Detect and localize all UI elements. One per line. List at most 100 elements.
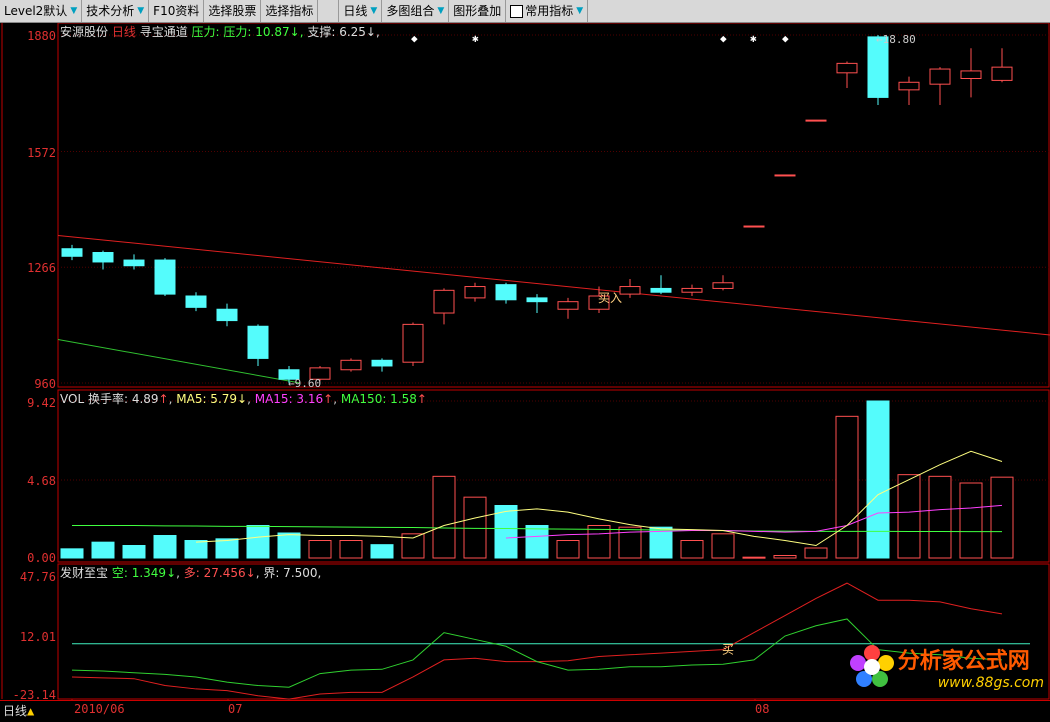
dropdown-arrow-icon[interactable]: ▼ [370,0,377,22]
candle-body [123,259,145,267]
candle-body [371,359,393,367]
volume-bar [339,540,363,559]
volume-bar [928,475,952,559]
toolbar-item-0[interactable]: Level2默认 ▼ [0,0,83,22]
volume-bar [122,545,146,559]
y-tick-1266: 1266 [27,261,56,275]
volume-bar [432,475,456,559]
candle-body [154,259,176,295]
volume-bar [184,540,208,559]
volume-bar [587,525,611,559]
volume-bar [370,544,394,559]
ma15-value: MA15: 3.16 [254,392,324,406]
volume-bar [556,540,580,559]
event-marker: ◆ [720,32,727,45]
volume-bar [959,482,983,559]
turnover-value: 换手率: 4.89 [87,392,159,406]
toolbar-item-label: 多图组合 [386,4,435,18]
toolbar-item-label: 选择指标 [265,4,314,18]
volume-bar [60,548,84,559]
bottom-period[interactable]: 日线▲ [3,702,34,719]
ind-name: 发财至宝 [60,566,109,580]
site-logo: 分析家公式网 www.88gs.com [849,643,1044,691]
volume-bar [463,496,487,559]
volume-bar [308,540,332,559]
toolbar-item-8[interactable]: 常用指标 ▼ [506,0,589,22]
volume-bar [246,525,270,559]
high-price-label: ←18.80 [876,33,916,46]
candle-body [557,301,579,310]
volume-bar [897,474,921,559]
y-tick-960: 960 [34,377,56,391]
ind-buy-label: 买 [722,643,734,657]
ind-long-value: 多: 27.456 [183,566,246,580]
pressure-line [57,234,1050,336]
checkbox-icon[interactable] [510,4,524,18]
candle-body [526,297,548,303]
ind-panel-header: 发财至宝 空: 1.349↓, 多: 27.456↓, 界: 7.500, [60,566,322,580]
period-label: 日线 [111,25,136,39]
candle-body [836,62,858,74]
event-marker: ✱ [750,32,757,45]
toolbar-item-5[interactable]: 日线 ▼ [339,0,383,22]
main-panel-frame [57,22,1050,388]
chart-area: ◆ ✱ ◆ ✱ ◆ ←18.80 ←9.60 买入买 [0,22,1050,719]
y-tick-1572: 1572 [27,146,56,160]
toolbar-item-4[interactable]: 选择指标 [261,0,319,22]
toolbar-item-label: Level2默认 [4,4,68,18]
logo-url: www.88gs.com [937,675,1044,691]
support-arrow: ↓ [365,25,376,39]
stock-name: 安源股份 [60,25,109,39]
toolbar-item-label: 日线 [343,4,368,18]
event-marker: ◆ [411,32,418,45]
toolbar-item-2[interactable]: F10资料 [149,0,205,22]
candle-body [433,289,455,314]
candle-body [743,225,765,228]
vol-panel-header: VOL 换手率: 4.89↑, MA5: 5.79↓, MA15: 3.16↑,… [60,392,427,406]
volume-bar [153,535,177,559]
candle-body [247,325,269,359]
ma5-value: MA5: 5.79 [176,392,238,406]
toolbar-item-3[interactable]: 选择股票 [204,0,262,22]
toolbar-item-1[interactable]: 技术分析 ▼ [82,0,150,22]
bottom-bar [0,700,1050,720]
candle-body [619,286,641,295]
ind-empty-value: 空: 1.349 [111,566,167,580]
dropdown-arrow-icon[interactable]: ▼ [576,0,583,22]
toolbar-item-6[interactable]: 多图组合 ▼ [382,0,450,22]
event-marker: ✱ [472,32,479,45]
candle-body [991,66,1013,81]
date-label-jul: 07 [228,702,243,716]
low-price-label: ←9.60 [288,377,321,390]
toolbar: Level2默认 ▼ 技术分析 ▼ F10资料 选择股票 选择指标 日线 ▼ 多图组合 ▼ 图形叠加常… [0,0,1050,23]
pressure-arrow: ↓ [289,25,300,39]
candle-body [650,287,672,293]
candle-body [185,295,207,308]
y-tick-1880: 1880 [27,29,56,43]
volume-bar [525,525,549,559]
ind-tick-max: 47.76 [19,570,56,584]
ind-bound-value: 界: 7.500, [263,566,322,580]
candle-body [960,70,982,80]
volume-bar [91,541,115,559]
toolbar-item-label: 技术分析 [86,4,135,18]
toolbar-item-label: 选择股票 [208,4,257,18]
vol-tick-max: 9.42 [27,396,56,410]
dropdown-arrow-icon[interactable]: ▼ [437,0,444,22]
main-panel-header: 安源股份 日线 寻宝通道 压力: 压力: 10.87↓, 支撑: 6.25↓, [60,25,380,39]
vol-name: VOL [60,392,85,406]
toolbar-item-7[interactable]: 图形叠加 [449,0,507,22]
pressure-label: 压力: [191,25,220,39]
toolbar-item-label: F10资料 [153,4,200,18]
logo-text-cn: 分析家公式网 [897,649,1030,674]
flower-logo-icon [849,645,894,689]
volume-bar [835,415,859,559]
dropdown-arrow-icon[interactable]: ▼ [137,0,144,22]
volume-bar [773,555,797,559]
dropdown-arrow-icon[interactable]: ▼ [70,0,77,22]
date-label-aug: 08 [755,702,770,716]
candle-body [402,323,424,363]
support-value: 支撑: 6.25 [307,25,366,39]
candle-body [681,287,703,293]
toolbar-item-label: 常用指标 [525,4,574,18]
